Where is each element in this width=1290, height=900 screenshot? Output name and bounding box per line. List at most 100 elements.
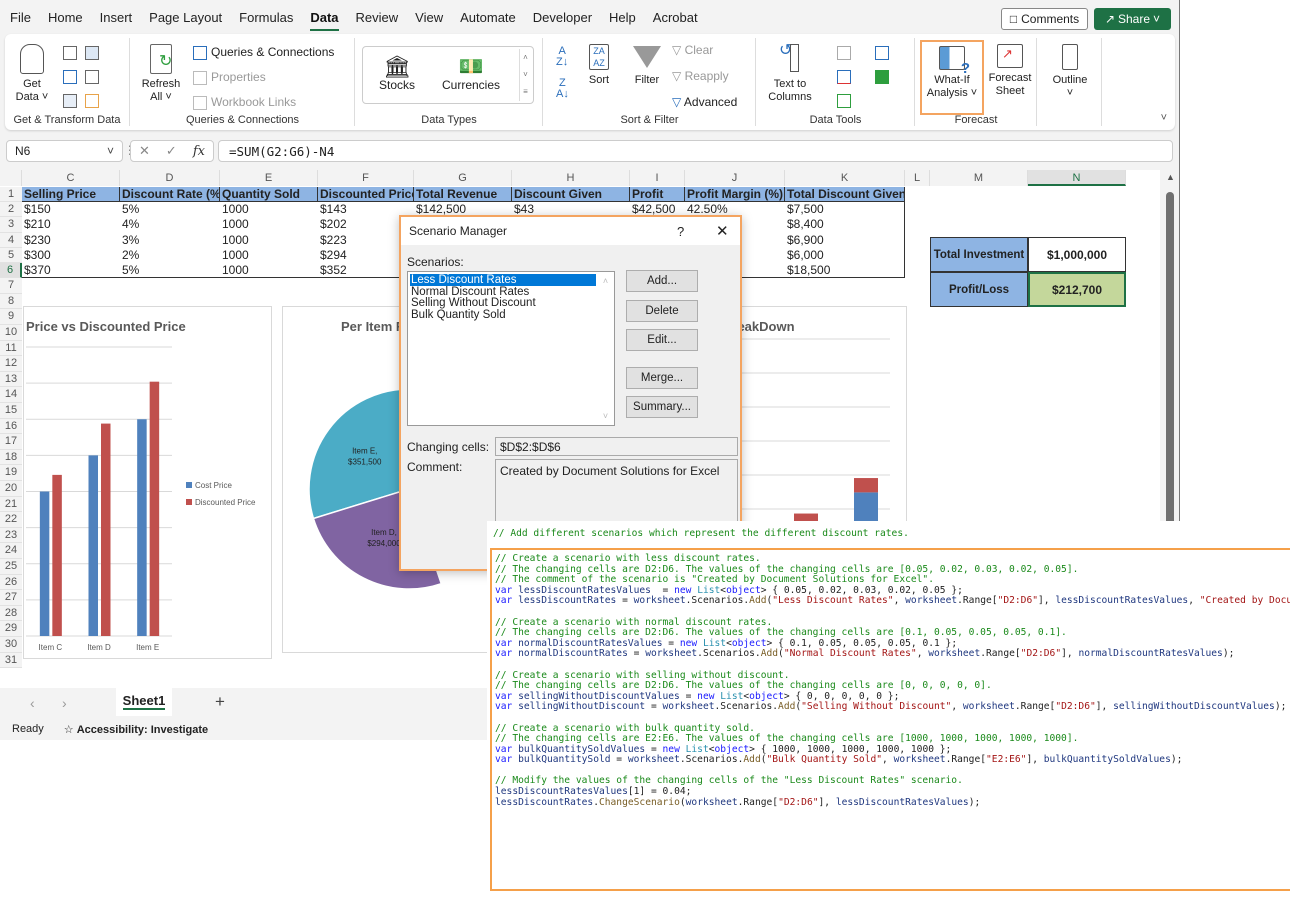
- data-cell[interactable]: $8,400: [785, 217, 905, 232]
- help-button[interactable]: ?: [677, 224, 684, 239]
- merge-button[interactable]: Merge...: [626, 367, 698, 389]
- data-cell[interactable]: $300: [22, 248, 120, 263]
- row-header-21[interactable]: 21: [0, 496, 22, 513]
- column-header-f[interactable]: F: [318, 170, 414, 186]
- from-picture-icon[interactable]: [85, 46, 99, 60]
- reapply-button[interactable]: ▽ Reapply: [672, 70, 729, 83]
- menu-data[interactable]: Data: [310, 6, 339, 31]
- row-header-30[interactable]: 30: [0, 637, 22, 653]
- row-header-11[interactable]: 11: [0, 340, 22, 357]
- row-header-5[interactable]: 5: [0, 247, 22, 263]
- row-header-10[interactable]: 10: [0, 325, 22, 341]
- outline-button[interactable]: Outline ˅: [1048, 44, 1092, 100]
- menu-page-layout[interactable]: Page Layout: [149, 6, 222, 29]
- scenarios-list[interactable]: ˄ ˅ Less Discount Rates Normal Discount Ra…: [407, 271, 615, 426]
- bar-discounted-price[interactable]: [101, 423, 111, 636]
- sheet-tab-sheet1[interactable]: Sheet1: [116, 688, 172, 716]
- clear-button[interactable]: ▽ Clear: [672, 44, 713, 57]
- header-cell[interactable]: Total Revenue: [414, 187, 512, 202]
- header-cell[interactable]: Total Discount Given: [785, 187, 905, 202]
- data-cell[interactable]: $6,000: [785, 248, 905, 263]
- row-header-14[interactable]: 14: [0, 387, 22, 403]
- data-cell[interactable]: 4%: [120, 217, 220, 232]
- data-cell[interactable]: $150: [22, 202, 120, 217]
- row-header-24[interactable]: 24: [0, 543, 22, 559]
- bar-cost-price[interactable]: [137, 419, 147, 636]
- gallery-scroll[interactable]: ˄ ˅ ≡: [519, 49, 531, 101]
- data-cell[interactable]: 1000: [220, 217, 318, 232]
- data-cell[interactable]: $7,500: [785, 202, 905, 217]
- refresh-all-button[interactable]: ↻ Refresh All ˅: [141, 44, 181, 104]
- data-validation-icon[interactable]: [837, 94, 851, 108]
- close-icon[interactable]: ✕: [716, 222, 729, 240]
- column-header-k[interactable]: K: [785, 170, 905, 186]
- row-header-3[interactable]: 3: [0, 217, 22, 233]
- sort-button[interactable]: ZA AZ Sort: [584, 44, 614, 87]
- list-scrollbar[interactable]: ˄ ˅: [597, 272, 614, 425]
- scenario-item[interactable]: Normal Discount Rates: [410, 286, 596, 298]
- bar-discounted-price[interactable]: [149, 381, 160, 636]
- properties-button[interactable]: Properties: [193, 71, 266, 85]
- enter-icon[interactable]: ✓: [166, 143, 177, 159]
- summary-button[interactable]: Summary...: [626, 396, 698, 418]
- data-cell[interactable]: 1000: [220, 248, 318, 263]
- column-header-g[interactable]: G: [414, 170, 512, 186]
- menu-insert[interactable]: Insert: [100, 6, 133, 29]
- data-cell[interactable]: $18,500: [785, 263, 905, 278]
- column-header-h[interactable]: H: [512, 170, 630, 186]
- delete-button[interactable]: Delete: [626, 300, 698, 322]
- data-cell[interactable]: 2%: [120, 248, 220, 263]
- get-data-button[interactable]: Get Data ˅: [15, 44, 49, 104]
- menu-file[interactable]: File: [10, 6, 31, 29]
- name-box[interactable]: N6 ˅: [6, 140, 123, 162]
- flash-fill-icon[interactable]: [837, 46, 851, 60]
- row-header-27[interactable]: 27: [0, 590, 22, 606]
- row-header-6[interactable]: 6: [0, 263, 22, 279]
- currencies-button[interactable]: 💵 Currencies: [441, 55, 501, 92]
- row-header-25[interactable]: 25: [0, 559, 22, 575]
- row-header-17[interactable]: 17: [0, 434, 22, 450]
- accessibility-status[interactable]: ☆ Accessibility: Investigate: [64, 723, 208, 736]
- bar-chart-price[interactable]: Price vs Discounted Price Item C Item D It…: [23, 306, 272, 659]
- header-cell[interactable]: Discount Given: [512, 187, 630, 202]
- add-button[interactable]: Add...: [626, 270, 698, 292]
- row-header-9[interactable]: 9: [0, 309, 22, 325]
- row-header-7[interactable]: 7: [0, 278, 22, 294]
- row-header-22[interactable]: 22: [0, 512, 22, 528]
- column-header-d[interactable]: D: [120, 170, 220, 186]
- sort-desc-button[interactable]: Z A↓: [556, 78, 569, 100]
- menu-help[interactable]: Help: [609, 6, 636, 29]
- recent-sources-icon[interactable]: [85, 70, 99, 84]
- header-cell[interactable]: Selling Price: [22, 187, 120, 202]
- from-text-icon[interactable]: [63, 46, 77, 60]
- row-header-19[interactable]: 19: [0, 465, 22, 481]
- column-header-c[interactable]: C: [22, 170, 120, 186]
- forecast-sheet-button[interactable]: ↗ Forecast Sheet: [988, 44, 1032, 98]
- scenario-item[interactable]: Less Discount Rates: [410, 274, 596, 286]
- cancel-icon[interactable]: ✕: [139, 143, 150, 159]
- what-if-analysis-button[interactable]: ? What-If Analysis ˅: [920, 40, 984, 115]
- workbook-links-button[interactable]: Workbook Links: [193, 96, 296, 110]
- relationships-icon[interactable]: [875, 70, 889, 84]
- column-header-n[interactable]: N: [1028, 170, 1126, 186]
- summary-label[interactable]: Total Investment: [930, 237, 1028, 272]
- row-header-15[interactable]: 15: [0, 403, 22, 419]
- bar-cost-price[interactable]: [39, 491, 50, 637]
- consolidate-icon[interactable]: [875, 46, 889, 60]
- stacked-bar-discount[interactable]: [854, 478, 878, 493]
- add-sheet-button[interactable]: +: [215, 692, 225, 712]
- menu-home[interactable]: Home: [48, 6, 83, 29]
- from-web-icon[interactable]: [63, 70, 77, 84]
- scenario-item[interactable]: Bulk Quantity Sold: [410, 309, 596, 321]
- sort-asc-button[interactable]: A Z↓: [556, 46, 568, 68]
- prev-sheet-icon[interactable]: ‹: [30, 695, 35, 711]
- row-header-31[interactable]: 31: [0, 652, 22, 669]
- data-cell[interactable]: $230: [22, 233, 120, 248]
- header-cell[interactable]: Profit: [630, 187, 685, 202]
- menu-acrobat[interactable]: Acrobat: [653, 6, 698, 29]
- header-cell[interactable]: Discounted Price: [318, 187, 414, 202]
- row-header-16[interactable]: 16: [0, 418, 22, 435]
- data-cell[interactable]: 1000: [220, 263, 318, 278]
- filter-button[interactable]: Filter: [630, 44, 664, 87]
- column-header-m[interactable]: M: [930, 170, 1028, 186]
